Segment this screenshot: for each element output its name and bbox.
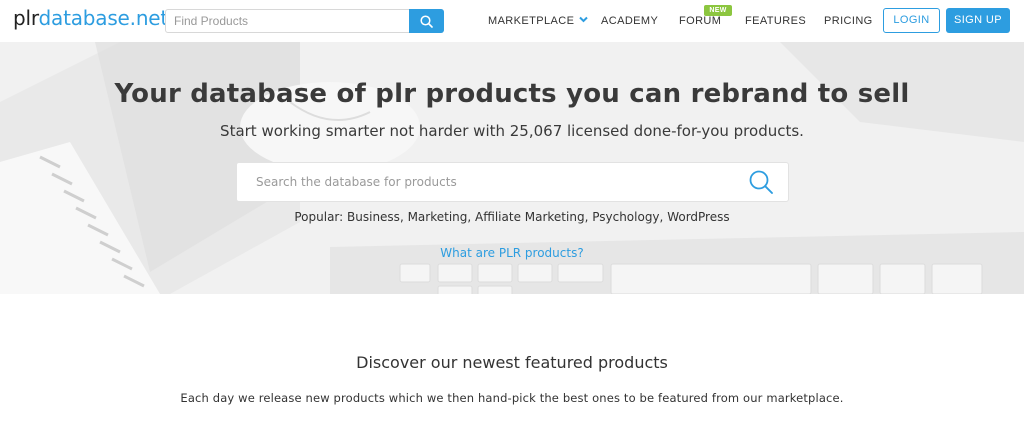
nav-marketplace[interactable]: MARKETPLACE bbox=[488, 15, 589, 27]
search-icon[interactable] bbox=[748, 169, 774, 195]
logo-text-database: database.net bbox=[38, 6, 169, 30]
popular-item[interactable]: Business bbox=[347, 210, 400, 224]
popular-label: Popular: bbox=[294, 210, 344, 224]
logo[interactable]: plrdatabase.net bbox=[13, 6, 168, 30]
what-are-plr-link[interactable]: What are PLR products? bbox=[0, 246, 1024, 260]
nav-features[interactable]: FEATURES bbox=[745, 15, 806, 27]
hero-search bbox=[236, 162, 789, 202]
header-search-button[interactable] bbox=[409, 9, 444, 33]
login-button[interactable]: LOGIN bbox=[883, 8, 940, 33]
header-search bbox=[165, 9, 444, 33]
nav-pricing[interactable]: PRICING bbox=[824, 15, 873, 27]
popular-item[interactable]: Psychology bbox=[592, 210, 659, 224]
hero-subtitle: Start working smarter not harder with 25… bbox=[220, 122, 804, 140]
nav-marketplace-label: MARKETPLACE bbox=[488, 15, 575, 27]
signup-button[interactable]: SIGN UP bbox=[946, 8, 1010, 33]
hero-search-input[interactable] bbox=[237, 163, 737, 201]
popular-item[interactable]: WordPress bbox=[667, 210, 729, 224]
new-badge: NEW bbox=[704, 5, 732, 16]
featured-description: Each day we release new products which w… bbox=[180, 391, 844, 405]
popular-item[interactable]: Marketing bbox=[408, 210, 468, 224]
nav-academy[interactable]: ACADEMY bbox=[601, 15, 658, 27]
logo-text-plr: plr bbox=[13, 6, 39, 30]
search-icon bbox=[420, 14, 433, 28]
hero-section: Your database of plr products you can re… bbox=[0, 42, 1024, 294]
popular-searches: Popular: Business, Marketing, Affiliate … bbox=[294, 210, 730, 224]
site-header: plrdatabase.net MARKETPLACE ACADEMY FORU… bbox=[0, 0, 1024, 42]
chevron-down-icon bbox=[579, 16, 589, 23]
featured-title: Discover our newest featured products bbox=[356, 353, 668, 372]
nav-forum[interactable]: FORUM bbox=[679, 15, 721, 27]
header-search-input[interactable] bbox=[166, 10, 410, 32]
hero-title: Your database of plr products you can re… bbox=[114, 79, 910, 109]
popular-item[interactable]: Affiliate Marketing bbox=[475, 210, 585, 224]
